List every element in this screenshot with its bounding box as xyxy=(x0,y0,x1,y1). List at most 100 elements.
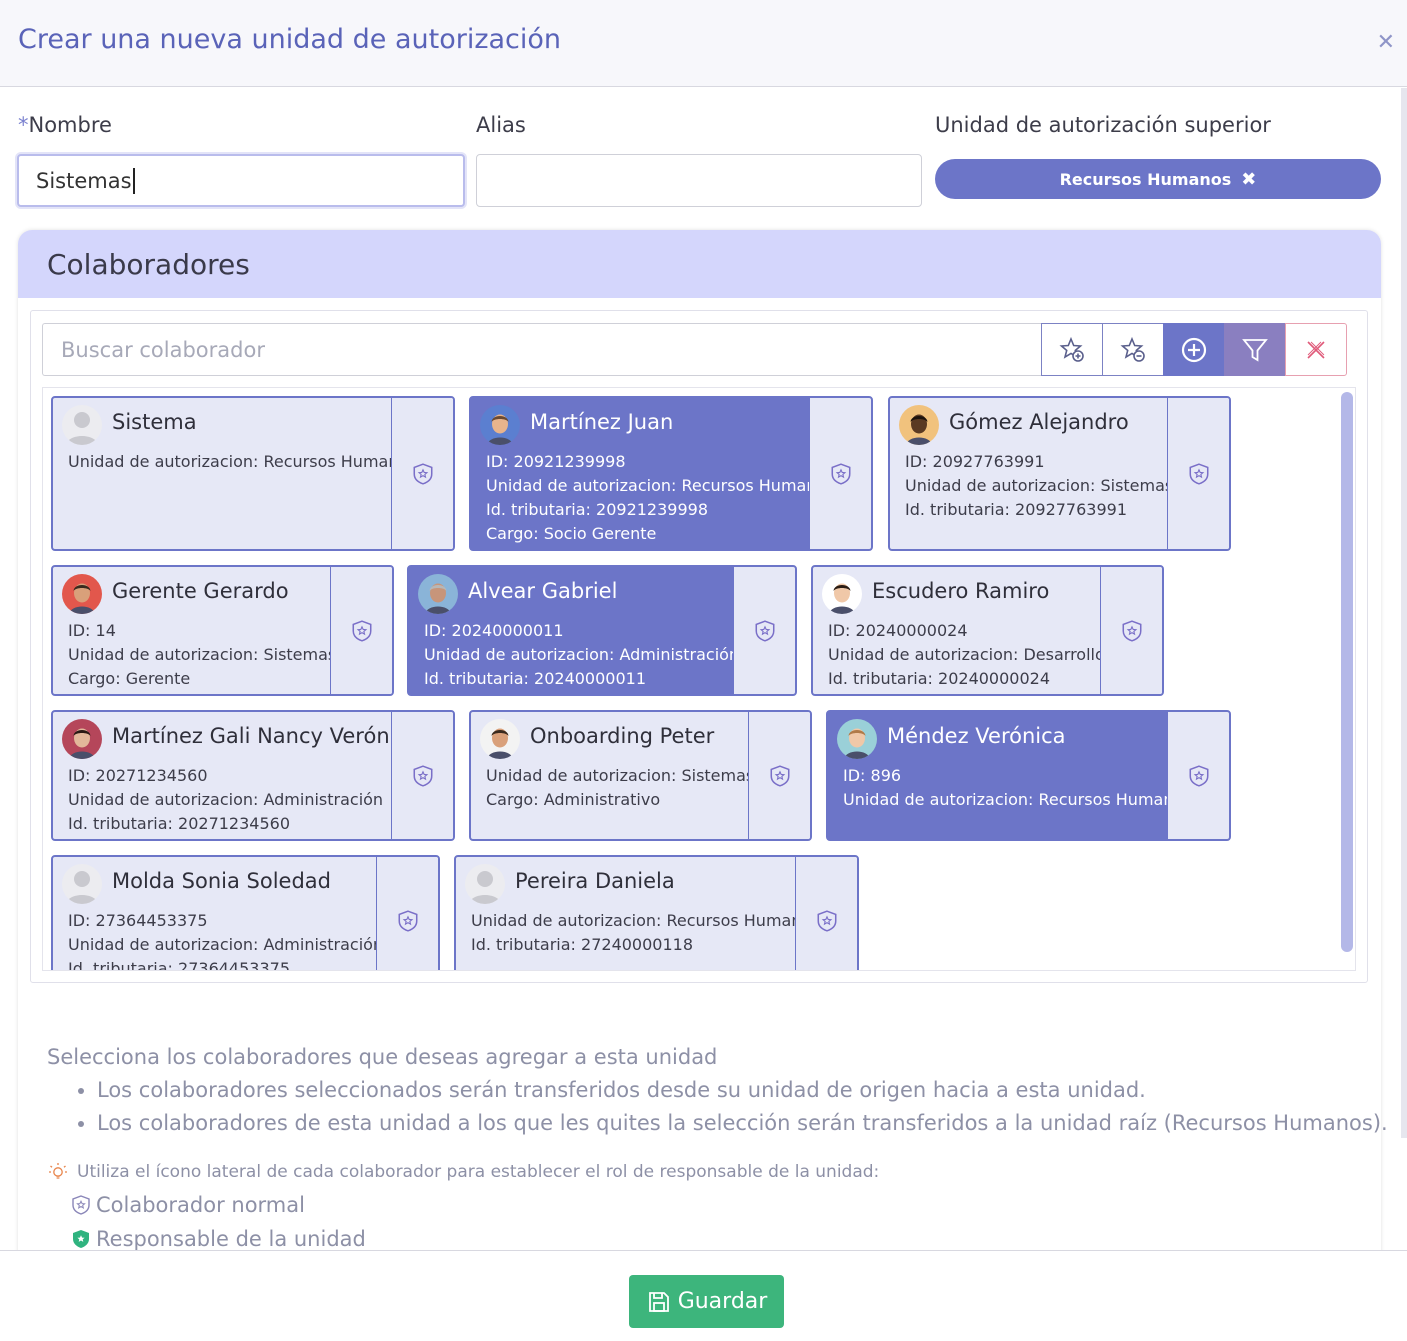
role-toggle-button[interactable] xyxy=(1167,398,1229,549)
shield-star-filled-icon xyxy=(73,1230,89,1248)
collaborator-card[interactable]: Gómez Alejandro ID: 20927763991 Unidad de … xyxy=(888,396,1231,551)
collaborator-detail-line: ID: 896 xyxy=(843,766,902,785)
role-toggle-button[interactable] xyxy=(330,567,392,694)
tip-text: Utiliza el ícono lateral de cada colabor… xyxy=(77,1162,880,1182)
collaborator-detail-line: Unidad de autorizacion: Administración xyxy=(424,645,740,664)
collaborator-detail-line: ID: 20240000024 xyxy=(828,621,968,640)
clear-x-icon xyxy=(1307,340,1325,359)
collaborator-card[interactable]: Escudero Ramiro ID: 20240000024 Unidad de … xyxy=(811,565,1164,696)
alias-input[interactable] xyxy=(476,154,922,207)
collaborator-card[interactable]: Martínez Juan ID: 20921239998 Unidad de au… xyxy=(469,396,873,551)
nombre-label: *Nombre xyxy=(18,113,112,137)
body-scrollbar[interactable] xyxy=(1401,88,1407,1138)
avatar-image xyxy=(480,719,520,759)
collaborator-detail-line: Id. tributaria: 27364453375 xyxy=(68,959,290,971)
role-toggle-button[interactable] xyxy=(795,857,857,970)
avatar xyxy=(480,719,520,759)
shield-star-icon xyxy=(398,909,417,932)
collaborator-detail-line: Id. tributaria: 27240000118 xyxy=(471,935,693,954)
close-icon[interactable]: ✕ xyxy=(1377,30,1395,55)
lightbulb-icon xyxy=(49,1163,67,1179)
save-button-label: Guardar xyxy=(677,1289,768,1314)
collaborator-detail-line: Id. tributaria: 20921239998 xyxy=(486,500,708,519)
avatar-image xyxy=(465,864,505,904)
modal-header: Crear una nueva unidad de autorización ✕ xyxy=(0,0,1407,87)
role-toggle-button[interactable] xyxy=(376,857,438,970)
modal-title: Crear una nueva unidad de autorización xyxy=(18,24,562,55)
parent-unit-chip[interactable]: Recursos Humanos ✖ xyxy=(935,159,1381,199)
filter-button[interactable] xyxy=(1224,323,1286,376)
collaborator-card[interactable]: Onboarding Peter Unidad de autorizacion: … xyxy=(469,710,812,841)
star-plus-button[interactable] xyxy=(1041,323,1103,376)
shield-star-icon xyxy=(770,764,789,787)
collaborator-name: Molda Sonia Soledad xyxy=(112,869,332,893)
collaborator-detail-line: Cargo: Socio Gerente xyxy=(486,524,657,543)
legend-responsible: Responsable de la unidad xyxy=(70,1227,366,1250)
collaborator-name: Gerente Gerardo xyxy=(112,579,289,603)
parent-unit-chip-label: Recursos Humanos xyxy=(1059,169,1232,189)
collaborator-card[interactable]: Martínez Gali Nancy Verónica ID: 20271234… xyxy=(51,710,455,841)
collaborator-detail-line: ID: 27364453375 xyxy=(68,911,208,930)
clear-filter-button[interactable] xyxy=(1285,323,1347,376)
collaborator-detail-line: Unidad de autorizacion: Recursos Humanos xyxy=(843,790,1192,809)
chip-remove-icon[interactable]: ✖ xyxy=(1241,169,1256,190)
collaborator-details: Unidad de autorizacion: Recursos Humanos xyxy=(68,450,417,474)
collaborator-name: Martínez Juan xyxy=(530,410,674,434)
collaborators-panel-header: Colaboradores xyxy=(18,230,1381,298)
role-toggle-button[interactable] xyxy=(1167,712,1229,839)
collaborator-details: Unidad de autorizacion: Recursos Humanos… xyxy=(471,909,820,957)
collaborator-detail-line: Unidad de autorizacion: Administración xyxy=(68,790,384,809)
collaborator-detail-line: Id. tributaria: 20271234560 xyxy=(68,814,290,833)
add-button[interactable] xyxy=(1163,323,1225,376)
cards-scrollbar[interactable] xyxy=(1341,392,1353,952)
avatar xyxy=(480,405,520,445)
legend-normal-label: Colaborador normal xyxy=(96,1193,305,1217)
collaborator-card[interactable]: Alvear Gabriel ID: 20240000011 Unidad de a… xyxy=(407,565,797,696)
shield-star-icon xyxy=(1122,619,1141,642)
role-toggle-button[interactable] xyxy=(748,712,810,839)
star-plus-icon xyxy=(1059,336,1084,362)
collaborator-name: Méndez Verónica xyxy=(887,724,1066,748)
avatar xyxy=(465,864,505,904)
collaborator-details: ID: 20927763991 Unidad de autorizacion: S… xyxy=(905,450,1173,522)
shield-star-icon xyxy=(831,462,850,485)
save-button[interactable]: Guardar xyxy=(629,1275,784,1328)
role-toggle-button[interactable] xyxy=(1100,567,1162,694)
plus-circle-icon xyxy=(1181,337,1207,362)
avatar xyxy=(418,574,458,614)
nombre-input[interactable]: Sistemas xyxy=(17,154,465,207)
role-toggle-button[interactable] xyxy=(391,712,453,839)
avatar xyxy=(62,719,102,759)
role-toggle-button[interactable] xyxy=(733,567,795,694)
shield-star-icon xyxy=(352,619,371,642)
collaborator-detail-line: ID: 20240000011 xyxy=(424,621,564,640)
collaborator-detail-line: Unidad de autorizacion: Desarrollo xyxy=(828,645,1105,664)
avatar xyxy=(62,864,102,904)
modal-dialog: Crear una nueva unidad de autorización ✕… xyxy=(0,0,1407,1341)
avatar xyxy=(62,405,102,445)
collaborator-detail-line: Unidad de autorizacion: Sistemas xyxy=(905,476,1174,495)
star-minus-button[interactable] xyxy=(1102,323,1164,376)
shield-star-icon xyxy=(413,764,432,787)
collaborator-card[interactable]: Méndez Verónica ID: 896 Unidad de autoriza… xyxy=(826,710,1231,841)
avatar-image xyxy=(899,405,939,445)
collaborator-name: Pereira Daniela xyxy=(515,869,675,893)
collaborator-cards-area: Sistema Unidad de autorizacion: Recursos … xyxy=(42,387,1356,971)
collaborator-card[interactable]: Gerente Gerardo ID: 14 Unidad de autorizac… xyxy=(51,565,394,696)
search-collaborator-input[interactable]: Buscar colaborador xyxy=(42,323,1041,376)
role-toggle-button[interactable] xyxy=(809,398,871,549)
shield-star-icon xyxy=(817,909,836,932)
collaborator-card[interactable]: Pereira Daniela Unidad de autorizacion: R… xyxy=(454,855,859,970)
collaborator-card[interactable]: Molda Sonia Soledad ID: 27364453375 Unidad… xyxy=(51,855,440,971)
collaborator-detail-line: Id. tributaria: 20240000024 xyxy=(828,669,1050,688)
alias-label: Alias xyxy=(476,113,526,137)
collaborators-list-box: Buscar colaborador Sistema Unidad de aut… xyxy=(30,310,1368,983)
help-intro: Selecciona los colaboradores que deseas … xyxy=(47,1045,718,1069)
legend-responsible-label: Responsable de la unidad xyxy=(96,1227,366,1250)
collaborator-details: ID: 14 Unidad de autorizacion: Sistemas Ca… xyxy=(68,619,336,691)
collaborator-card[interactable]: Sistema Unidad de autorizacion: Recursos … xyxy=(51,396,455,551)
tip-row: Utiliza el ícono lateral de cada colabor… xyxy=(47,1161,879,1183)
shield-star-icon xyxy=(1189,764,1208,787)
role-toggle-button[interactable] xyxy=(391,398,453,549)
avatar-image xyxy=(62,574,102,614)
